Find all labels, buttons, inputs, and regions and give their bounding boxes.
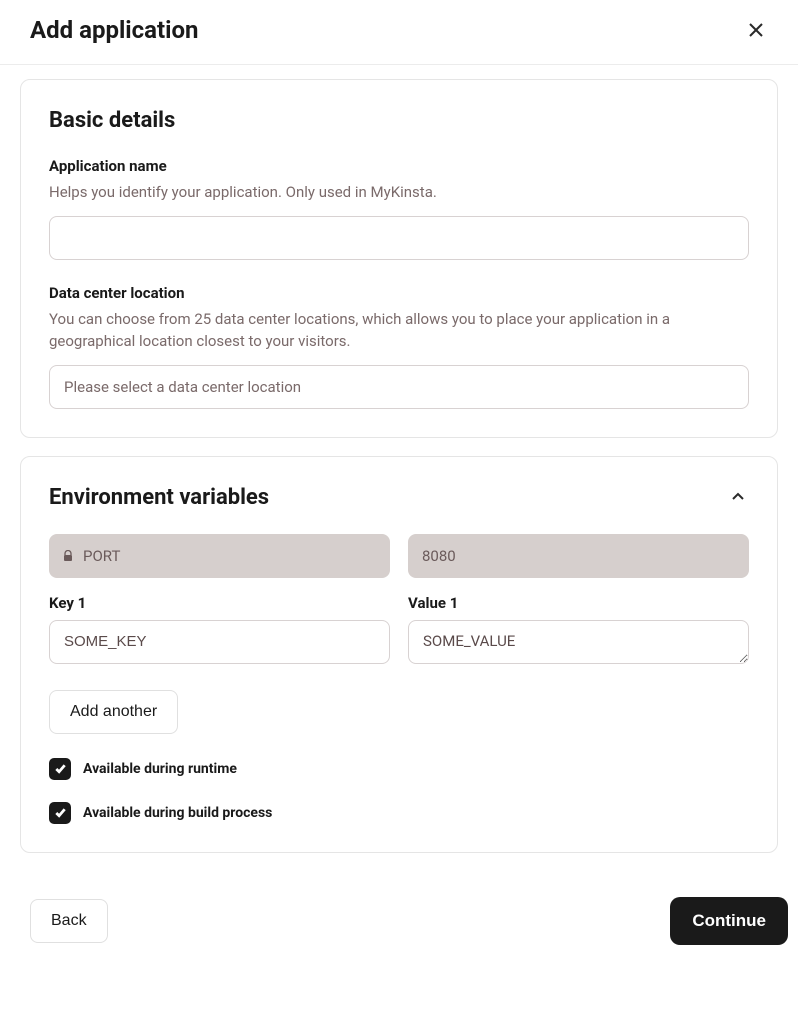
locked-key-field: PORT [49,534,390,578]
page-title: Add application [30,16,198,44]
check-icon [54,762,67,775]
chevron-up-icon [731,490,745,504]
env-value-label: Value 1 [408,594,749,612]
basic-details-card: Basic details Application name Helps you… [20,79,778,438]
close-icon [748,22,764,38]
app-name-label: Application name [49,157,749,175]
data-center-label: Data center location [49,284,749,302]
app-name-help: Helps you identify your application. Onl… [49,181,749,204]
runtime-checkbox[interactable] [49,758,71,780]
env-key-input[interactable] [49,620,390,664]
close-button[interactable] [744,18,768,42]
locked-value-field: 8080 [408,534,749,578]
check-icon [54,806,67,819]
build-checkbox-label: Available during build process [83,805,272,821]
data-center-select[interactable]: Please select a data center location [49,365,749,409]
lock-icon [63,550,73,562]
locked-value-value: 8080 [422,547,456,565]
env-vars-card: Environment variables PORT 8080 [20,456,778,853]
env-value-input[interactable] [408,620,749,664]
continue-button[interactable]: Continue [670,897,788,945]
basic-details-heading: Basic details [49,108,749,133]
data-center-help: You can choose from 25 data center locat… [49,308,749,353]
env-key-label: Key 1 [49,594,390,612]
build-checkbox[interactable] [49,802,71,824]
env-vars-heading: Environment variables [49,485,269,510]
locked-key-value: PORT [83,547,120,565]
back-button[interactable]: Back [30,899,108,943]
add-another-button[interactable]: Add another [49,690,178,734]
runtime-checkbox-label: Available during runtime [83,761,237,777]
collapse-toggle[interactable] [727,486,749,508]
app-name-input[interactable] [49,216,749,260]
